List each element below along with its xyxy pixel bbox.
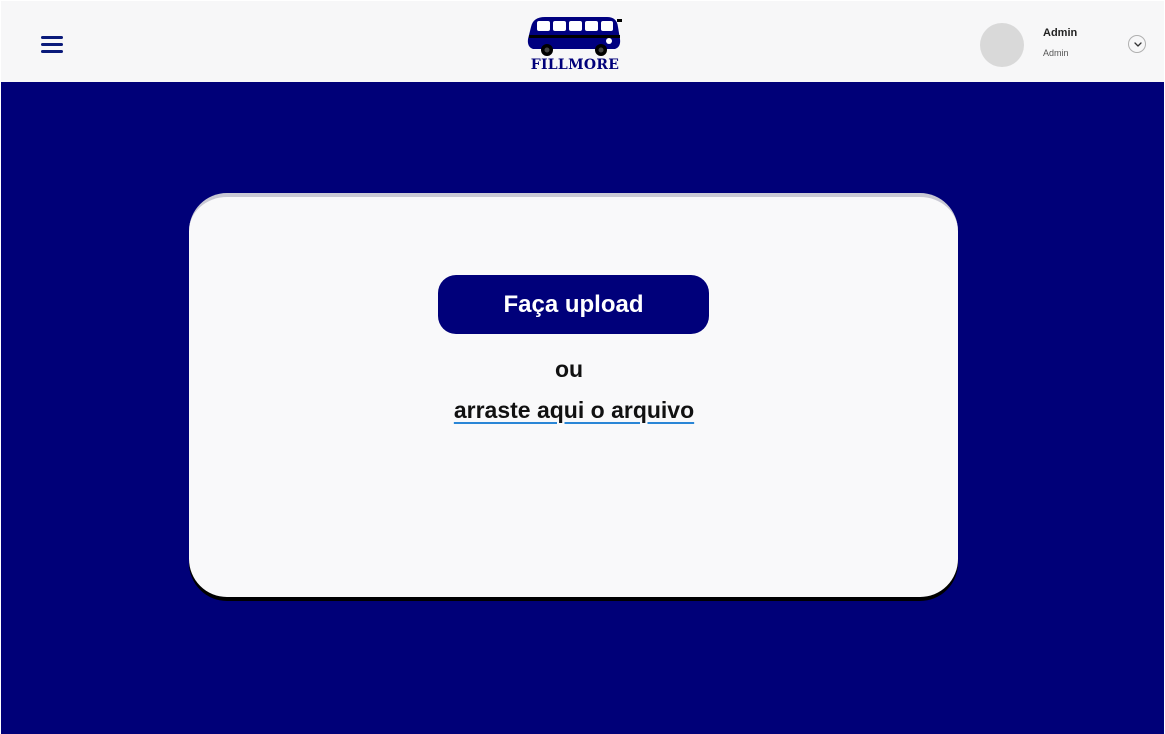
van-bus-icon	[527, 17, 622, 56]
logo-text: FILLMORE	[530, 57, 620, 73]
user-menu-dropdown[interactable]	[1128, 35, 1146, 53]
user-role: Admin	[1043, 48, 1069, 58]
drag-drop-link[interactable]: arraste aqui o arquivo	[444, 397, 704, 424]
chevron-down-icon	[1134, 42, 1142, 47]
user-name: Admin	[1043, 27, 1078, 39]
brand-logo[interactable]: FILLMORE	[525, 13, 625, 75]
hamburger-menu-icon[interactable]	[39, 32, 67, 56]
or-separator-text: ou	[554, 356, 584, 382]
top-header: FILLMORE Admin Admin	[1, 1, 1164, 82]
upload-button[interactable]: Faça upload	[438, 275, 709, 334]
upload-dropzone[interactable]: Faça upload ou arraste aqui o arquivo	[189, 193, 958, 597]
avatar[interactable]	[980, 23, 1024, 67]
app-frame: FILLMORE Admin Admin Faça upload ou arra…	[1, 1, 1164, 734]
